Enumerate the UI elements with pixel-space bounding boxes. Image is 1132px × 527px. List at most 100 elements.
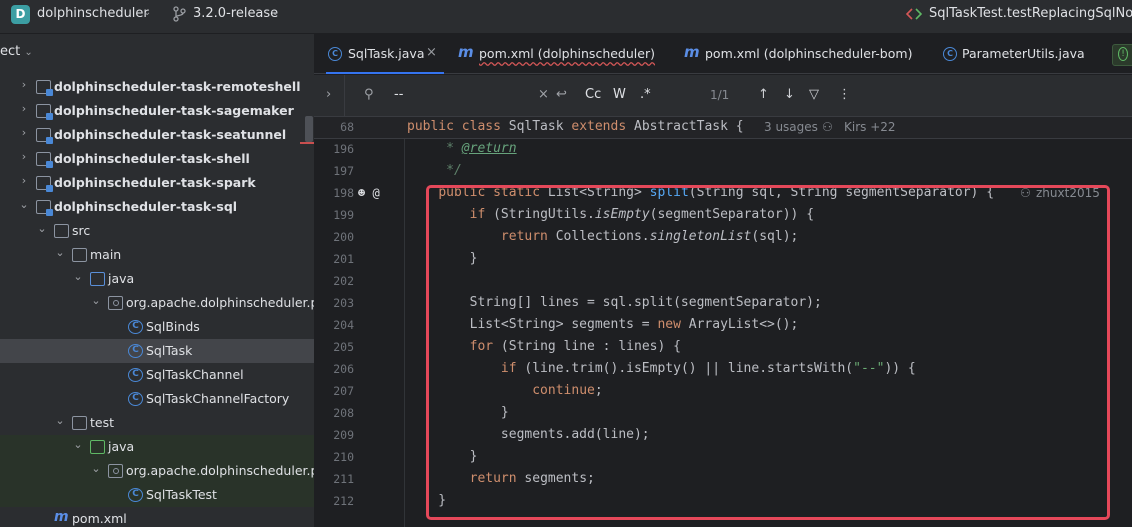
git-branch-icon[interactable] [172, 5, 186, 23]
chevron-down-icon[interactable]: ⌄ [72, 438, 84, 451]
more-options-icon[interactable]: ⋮ [838, 87, 851, 102]
code-line[interactable]: 196 * @return [314, 139, 1132, 161]
class-icon: C [128, 368, 143, 382]
tree-item[interactable]: C SqlTaskTest [0, 483, 314, 507]
tree-item-label: org.apache.dolphinscheduler.pl [126, 295, 314, 310]
tree-item[interactable]: C SqlTaskChannel [0, 363, 314, 387]
tree-item[interactable]: C SqlTask [0, 339, 314, 363]
tab-pom-dolphinscheduler[interactable]: m pom.xml (dolphinscheduler) [457, 34, 657, 74]
maven-icon: m [54, 509, 69, 525]
tree-item[interactable]: ⌄ main [0, 243, 314, 267]
line-number: 208 [333, 406, 354, 420]
line-number: 203 [333, 296, 354, 310]
tree-item[interactable]: ⌄ java [0, 435, 314, 459]
expand-replace-icon[interactable]: › [326, 87, 331, 102]
tree-item-label: SqlTaskChannel [146, 367, 244, 382]
tree-item[interactable]: › dolphinscheduler-task-shell [0, 147, 314, 171]
folder-icon [72, 248, 87, 262]
tab-sqltask-java[interactable]: C SqlTask.java × [326, 34, 444, 74]
tree-item[interactable]: › dolphinscheduler-task-seatunnel [0, 123, 314, 147]
chevron-down-icon[interactable]: ⌄ [72, 270, 84, 283]
chevron-down-icon[interactable]: ⌄ [18, 198, 30, 211]
tree-item[interactable]: › dolphinscheduler-task-remoteshell [0, 75, 314, 99]
maven-icon: m [684, 43, 700, 61]
code-line[interactable]: 197 */ [314, 161, 1132, 183]
tab-label: pom.xml (dolphinscheduler) [479, 46, 655, 61]
ai-assistant-icon[interactable]: ☻ @ [358, 186, 380, 200]
tree-item[interactable]: › dolphinscheduler-task-sagemaker [0, 99, 314, 123]
tab-pom-dolphinscheduler-bom[interactable]: m pom.xml (dolphinscheduler-bom) [683, 34, 913, 74]
regex-toggle[interactable]: .* [640, 87, 651, 102]
search-icon[interactable]: ⚲ [364, 87, 374, 102]
words-toggle[interactable]: W [613, 87, 626, 102]
chevron-down-icon[interactable]: ⌄ [90, 462, 102, 475]
chevron-right-icon[interactable]: › [18, 102, 30, 115]
chevron-down-icon[interactable]: ⌄ [54, 246, 66, 259]
filter-icon[interactable]: ▽ [809, 87, 819, 102]
match-case-toggle[interactable]: Cc [585, 87, 601, 102]
chevron-right-icon[interactable]: › [18, 150, 30, 163]
sticky-header[interactable]: 68 public class SqlTask extends Abstract… [314, 117, 1132, 139]
chevron-down-icon[interactable]: ⌄ [54, 414, 66, 427]
chevron-down-icon[interactable]: ⌄ [271, 7, 279, 18]
close-icon[interactable]: × [426, 45, 437, 60]
chevron-down-icon[interactable]: ⌄ [90, 294, 102, 307]
tab-label: pom.xml (dolphinscheduler-bom) [705, 46, 913, 61]
find-bar: › ⚲ -- × ↩ Cc W .* 1/1 ↑ ↓ ▽ ⋮ [314, 75, 1132, 117]
line-number: 201 [333, 252, 354, 266]
tree-item-label: test [90, 415, 115, 430]
tree-item[interactable]: ⌄ org.apache.dolphinscheduler.pl [0, 291, 314, 315]
branch-dropdown[interactable]: 3.2.0-release [193, 6, 278, 21]
error-marker [300, 142, 314, 144]
tree-item[interactable]: ⌄ java [0, 267, 314, 291]
tree-item[interactable]: ⌄ dolphinscheduler-task-sql [0, 195, 314, 219]
line-number: 211 [333, 472, 354, 486]
title-bar: D dolphinscheduler ⌄ 3.2.0-release ⌄ Sql… [0, 0, 1132, 34]
tree-item-label: dolphinscheduler-task-remoteshell [54, 79, 301, 94]
tree-item[interactable]: ⌄ org.apache.dolphinscheduler.pl [0, 459, 314, 483]
previous-match-icon[interactable]: ↑ [758, 87, 769, 102]
sticky-code: public class SqlTask extends AbstractTas… [407, 119, 744, 134]
next-match-icon[interactable]: ↓ [784, 87, 795, 102]
chevron-right-icon[interactable]: › [18, 126, 30, 139]
run-config-icon[interactable] [905, 8, 923, 20]
module-icon [36, 104, 53, 120]
class-icon: C [128, 344, 143, 358]
line-number: 199 [333, 208, 354, 222]
line-number: 68 [340, 120, 354, 134]
project-badge-icon[interactable]: D [11, 5, 30, 24]
package-icon [108, 464, 123, 478]
editor: C SqlTask.java × m pom.xml (dolphinsched… [314, 34, 1132, 527]
class-icon: C [128, 320, 143, 334]
author-hint[interactable]: Kirs +22 [844, 120, 896, 134]
chevron-down-icon[interactable]: ⌄ [143, 7, 151, 18]
author-icon: ⚇ [822, 120, 833, 134]
history-icon[interactable]: ↩ [556, 87, 567, 102]
tree-item[interactable]: › dolphinscheduler-task-spark [0, 171, 314, 195]
code-area[interactable]: 68 public class SqlTask extends Abstract… [314, 117, 1132, 527]
tree-item[interactable]: C SqlTaskChannelFactory [0, 387, 314, 411]
scrollbar-thumb[interactable] [305, 116, 313, 142]
project-header[interactable]: ect ⌄ [0, 44, 33, 59]
tree-item-label: java [108, 439, 135, 454]
tree-item[interactable]: m pom.xml [0, 507, 314, 527]
tree-item-label: dolphinscheduler-task-spark [54, 175, 256, 190]
chevron-right-icon[interactable]: › [18, 174, 30, 187]
clear-icon[interactable]: × [538, 87, 549, 102]
tree-item[interactable]: C SqlBinds [0, 315, 314, 339]
tab-parameterutils-java[interactable]: C ParameterUtils.java [941, 34, 1091, 74]
tree-item[interactable]: ⌄ test [0, 411, 314, 435]
run-config-dropdown[interactable]: SqlTaskTest.testReplacingSqlNonG [929, 6, 1132, 21]
tree-item-label: java [108, 271, 135, 286]
tree-item[interactable]: ⌄ src [0, 219, 314, 243]
chevron-right-icon[interactable]: › [18, 78, 30, 91]
tree-item-label: SqlTaskTest [146, 487, 217, 502]
project-name-dropdown[interactable]: dolphinscheduler [37, 6, 149, 21]
search-input[interactable]: -- [394, 87, 403, 102]
line-number: 198 [333, 186, 354, 200]
tree-item-label: SqlBinds [146, 319, 200, 334]
chevron-down-icon[interactable]: ⌄ [36, 222, 48, 235]
usages-hint[interactable]: 3 usages [764, 120, 818, 134]
module-icon [36, 80, 53, 96]
inspection-status-icon[interactable]: ! [1112, 44, 1132, 66]
